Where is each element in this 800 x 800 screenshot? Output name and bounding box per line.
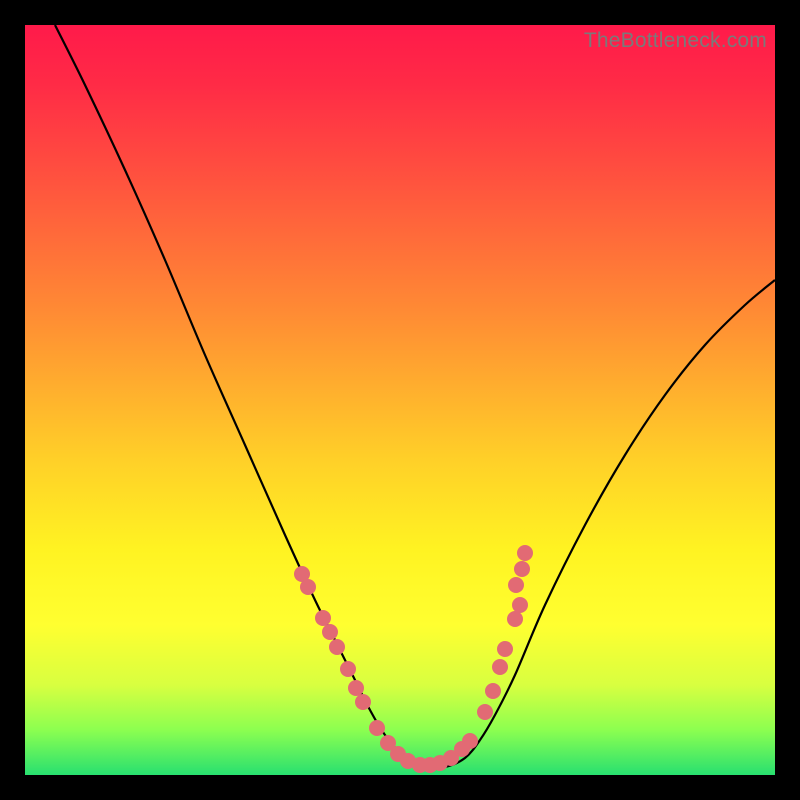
data-marker: [517, 545, 533, 561]
data-marker: [512, 597, 528, 613]
data-marker: [315, 610, 331, 626]
chart-frame: TheBottleneck.com: [0, 0, 800, 800]
data-marker: [322, 624, 338, 640]
data-marker: [485, 683, 501, 699]
data-marker: [477, 704, 493, 720]
data-marker: [497, 641, 513, 657]
data-marker: [340, 661, 356, 677]
bottleneck-curve: [55, 25, 775, 768]
data-marker: [507, 611, 523, 627]
data-marker: [492, 659, 508, 675]
watermark-text: TheBottleneck.com: [584, 29, 767, 53]
plot-area: TheBottleneck.com: [25, 25, 775, 775]
data-marker: [329, 639, 345, 655]
data-marker: [514, 561, 530, 577]
marker-group: [294, 545, 533, 773]
data-marker: [300, 579, 316, 595]
data-marker: [348, 680, 364, 696]
data-marker: [462, 733, 478, 749]
curve-svg: [25, 25, 775, 775]
data-marker: [355, 694, 371, 710]
data-marker: [508, 577, 524, 593]
data-marker: [369, 720, 385, 736]
